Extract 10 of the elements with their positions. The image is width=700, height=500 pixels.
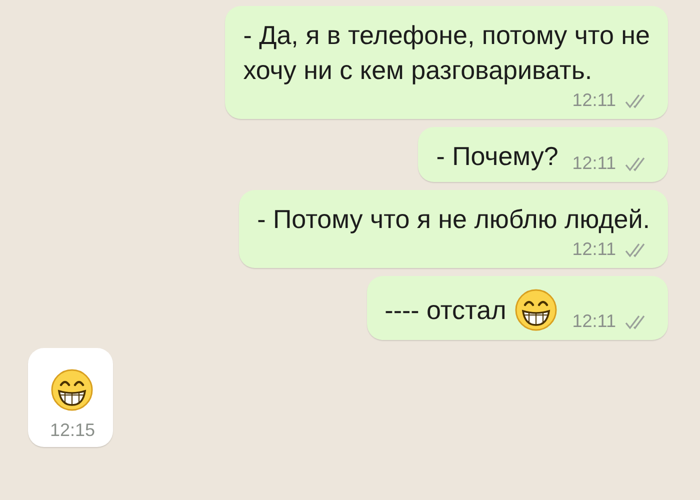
message-time: 12:11: [572, 90, 616, 111]
message-text: - Потому что я не люблю людей.: [257, 204, 650, 234]
message-text: - Да, я в телефоне, потому что не: [243, 20, 650, 50]
message-text: хочу ни с кем разговаривать.: [243, 55, 592, 85]
message-time: 12:11: [572, 311, 616, 332]
message-time: 12:11: [572, 239, 616, 260]
message-text: ---- отстал: [384, 294, 506, 324]
message-time: 12:11: [572, 153, 616, 174]
message-text: - Почему?: [436, 141, 558, 171]
message-time: 12:15: [50, 420, 96, 441]
